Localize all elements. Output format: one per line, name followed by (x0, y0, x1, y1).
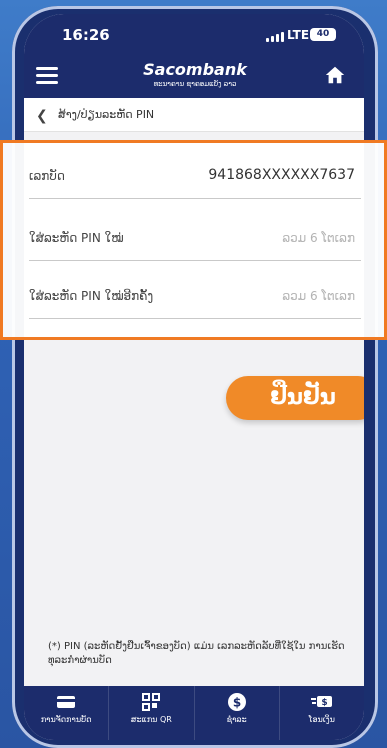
confirm-pin-label: ໃສ່ລະຫັດ PIN ໃໝ່ອີກຄັ້ງ (29, 289, 154, 303)
battery-icon: 40 (310, 28, 336, 41)
new-pin-field[interactable]: ໃສ່ລະຫັດ PIN ໃໝ່ ລວມ 6 ໂຕເລກ (29, 213, 361, 261)
card-number-label: ເລກບັດ (29, 169, 65, 183)
bottom-nav: ການຈັດການບັດ ສະແກນ QR $ ຊຳລະ $ ໂອນເງິນ (24, 686, 364, 740)
app-header: Sacombank ທະນາຄານ ຊາຄອມແບັງ ລາວ (24, 54, 364, 98)
status-bar: 16:26 LTE 40 (24, 14, 364, 54)
pin-form-highlight: ເລກບັດ 941868XXXXXX7637 ໃສ່ລະຫັດ PIN ໃໝ່… (0, 140, 387, 340)
confirm-pin-field[interactable]: ໃສ່ລະຫັດ PIN ໃໝ່ອີກຄັ້ງ ລວມ 6 ໂຕເລກ (29, 271, 361, 319)
back-icon[interactable]: ❮ (36, 108, 48, 124)
page-title: ສ້າງ/ປ່ຽນລະຫັດ PIN (58, 108, 155, 121)
logo-main-text: Sacombank (143, 60, 247, 79)
network-label: LTE (287, 28, 310, 42)
app-screen: 16:26 LTE 40 Sacombank ທະນາຄານ ຊາຄອມແບັງ… (24, 14, 364, 740)
svg-text:$: $ (321, 698, 327, 708)
tab-payment[interactable]: $ ຊຳລະ (195, 686, 280, 740)
qr-icon (109, 692, 193, 712)
logo-sub-text: ທະນາຄານ ຊາຄອມແບັງ ລາວ (153, 80, 237, 88)
transfer-icon: $ (280, 692, 364, 712)
signal-icon (266, 32, 284, 42)
sacombank-logo: Sacombank ທະນາຄານ ຊາຄອມແບັງ ລາວ (130, 60, 260, 88)
pin-note: (*) PIN (ລະຫັດຢັ້ງຢືນເຈົ້າຂອງບັດ) ແມ່ນ ເ… (48, 641, 345, 666)
home-icon[interactable] (324, 64, 346, 86)
payment-icon: $ (195, 692, 279, 712)
tab-card-management[interactable]: ການຈັດການບັດ (24, 686, 110, 740)
new-pin-label: ໃສ່ລະຫັດ PIN ໃໝ່ (29, 231, 124, 245)
tab-transfer[interactable]: $ ໂອນເງິນ (280, 686, 364, 740)
menu-icon[interactable] (36, 67, 58, 85)
tab-label: ສະແກນ QR (130, 715, 172, 724)
card-icon (24, 692, 108, 712)
svg-text:$: $ (232, 696, 240, 710)
card-number-field: ເລກບັດ 941868XXXXXX7637 (29, 151, 361, 199)
confirm-button[interactable]: ຢືນຢັນ (226, 376, 364, 420)
confirm-pin-input[interactable]: ລວມ 6 ໂຕເລກ (282, 289, 355, 303)
tab-label: ການຈັດການບັດ (40, 715, 92, 724)
tab-label: ໂອນເງິນ (308, 715, 335, 724)
tab-scan-qr[interactable]: ສະແກນ QR (109, 686, 195, 740)
tab-label: ຊຳລະ (226, 715, 247, 724)
new-pin-input[interactable]: ລວມ 6 ໂຕເລກ (282, 231, 355, 245)
breadcrumb: ❮ ສ້າງ/ປ່ຽນລະຫັດ PIN (24, 98, 364, 132)
status-time: 16:26 (62, 26, 110, 44)
card-number-value: 941868XXXXXX7637 (208, 167, 355, 183)
